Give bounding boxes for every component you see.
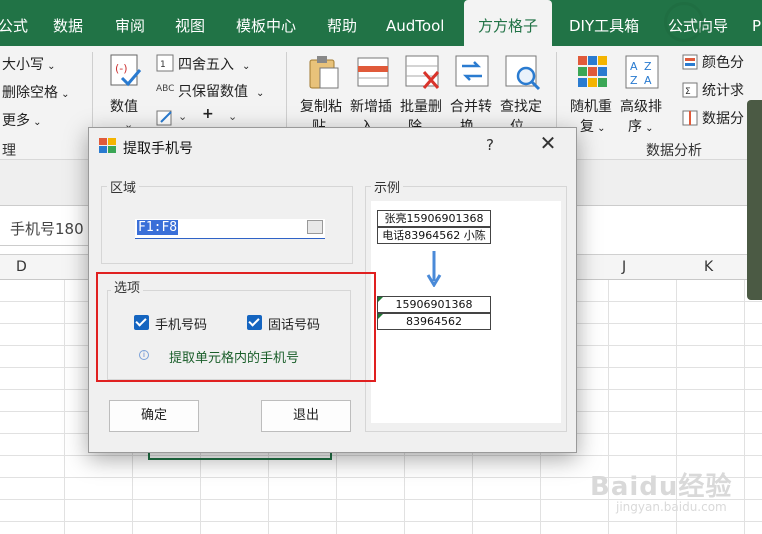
watermark-url: jingyan.baidu.com (616, 500, 727, 514)
keep-values-button[interactable]: 只保留数值 ⌄ (178, 81, 264, 101)
example-panel: 张亮15906901368 电话83964562 小陈 15906901368 … (371, 201, 561, 423)
error-indicator-icon (378, 314, 383, 319)
more-button[interactable]: 更多 ⌄ (2, 110, 42, 130)
tab-review[interactable]: 审阅 (115, 0, 145, 46)
statistics-button[interactable]: 统计求 (702, 80, 744, 100)
svg-text:A: A (630, 60, 638, 73)
tab-help[interactable]: 帮助 (327, 0, 357, 46)
chevron-down-icon: ⌄ (30, 117, 42, 128)
remove-spaces-button[interactable]: 删除空格 ⌄ (2, 82, 70, 102)
range-input[interactable]: F1:F8 (135, 219, 325, 239)
side-image (747, 100, 762, 300)
tab-template-center[interactable]: 模板中心 (236, 0, 296, 46)
column-header-k[interactable]: K (704, 259, 713, 275)
svg-text:Z: Z (644, 60, 652, 73)
advanced-sort-button-line2: 序 ⌄ (628, 119, 654, 135)
help-button[interactable]: ? (486, 136, 494, 154)
text-group-label: 理 (2, 143, 16, 159)
color-split-button[interactable]: 颜色分 (702, 52, 744, 72)
data-split-icon (682, 110, 698, 126)
name-box[interactable]: 手机号180 (0, 206, 100, 246)
chevron-down-icon: ⌄ (178, 110, 188, 123)
chevron-down-icon: ⌄ (228, 110, 238, 123)
exit-button[interactable]: 退出 (261, 400, 351, 432)
copy-paste-button[interactable]: 复制粘 (300, 96, 342, 116)
data-split-button[interactable]: 数据分 (702, 108, 744, 128)
example-legend: 示例 (371, 177, 404, 196)
random-repeat-button[interactable]: 随机重 (570, 96, 612, 116)
column-header-d[interactable]: D (16, 259, 27, 275)
plus-icon[interactable]: + (202, 106, 214, 122)
range-value: F1:F8 (137, 220, 179, 235)
tab-audtool[interactable]: AudTool (386, 0, 444, 46)
tab-data[interactable]: 数据 (53, 0, 83, 46)
chevron-down-icon: ⌄ (594, 123, 606, 134)
batch-delete-icon (405, 55, 440, 89)
random-repeat-icon (578, 56, 607, 87)
chevron-down-icon: ⌄ (242, 61, 251, 72)
tab-diy-toolbox[interactable]: DIY工具箱 (569, 0, 639, 46)
chevron-down-icon: ⌄ (642, 123, 654, 134)
watermark: Baidu经验 (590, 472, 733, 502)
decorative-ring (664, 2, 704, 42)
insert-rows-icon (357, 57, 389, 87)
batch-delete-button[interactable]: 批量删 (400, 96, 442, 116)
merge-convert-button[interactable]: 合并转 (450, 96, 492, 116)
close-button[interactable]: ✕ (536, 132, 560, 156)
tab-formula[interactable]: 公式 (0, 0, 28, 46)
round-button[interactable]: 四舍五入 ⌄ (178, 54, 250, 74)
tab-fangfanggezi[interactable]: 方方格子 (464, 0, 552, 46)
edit-icon[interactable] (156, 108, 174, 126)
example-before-row: 电话83964562 小陈 (377, 227, 491, 244)
chevron-down-icon: ⌄ (58, 89, 70, 100)
data-analysis-group-label: 数据分析 (646, 143, 702, 159)
abc-icon: ABC (156, 84, 175, 94)
case-button[interactable]: 大小写 ⌄ (2, 54, 56, 74)
insert-button[interactable]: 新增插 (350, 96, 392, 116)
ribbon-tab-bar: 公式 数据 审阅 视图 模板中心 帮助 AudTool 方方格子 DIY工具箱 … (0, 0, 762, 46)
tab-p[interactable]: P (752, 0, 761, 46)
chevron-down-icon: ⌄ (44, 61, 56, 72)
svg-text:A: A (644, 74, 652, 87)
grid-number-icon: 1 (156, 54, 174, 72)
svg-text:1: 1 (160, 60, 166, 70)
svg-text:Σ: Σ (685, 87, 691, 97)
advanced-sort-icon: A ZZ A (625, 55, 659, 89)
numeric-button[interactable]: 数值 (110, 96, 138, 116)
svg-text:Z: Z (630, 74, 638, 87)
svg-text:(-): (-) (115, 62, 128, 75)
example-after-row: 83964562 (377, 313, 491, 330)
range-legend: 区域 (107, 177, 140, 196)
clipboard-icon (309, 56, 339, 89)
range-picker-icon[interactable] (307, 220, 323, 234)
name-box-text: 手机号180 (10, 220, 84, 238)
color-split-icon (682, 54, 698, 70)
statistics-icon: Σ (682, 82, 698, 98)
advanced-sort-button[interactable]: 高级排 (620, 96, 662, 116)
arrow-down-icon (426, 251, 442, 287)
chevron-down-icon: ⌄ (256, 88, 265, 99)
example-before-row: 张亮15906901368 (377, 210, 491, 227)
merge-convert-icon (455, 55, 489, 87)
dialog-title: 提取手机号 (123, 141, 193, 157)
app-logo-icon (99, 138, 116, 153)
example-after-row: 15906901368 (377, 296, 491, 313)
random-repeat-button-line2: 复 ⌄ (580, 119, 606, 135)
tab-view[interactable]: 视图 (175, 0, 205, 46)
close-icon: ✕ (539, 131, 557, 155)
options-highlight (96, 272, 376, 382)
ok-button[interactable]: 确定 (109, 400, 199, 432)
find-locate-button[interactable]: 查找定 (500, 96, 542, 116)
error-indicator-icon (378, 297, 383, 302)
find-locate-icon (505, 55, 541, 91)
numeric-convert-icon: (-) (110, 54, 142, 87)
column-header-j[interactable]: J (622, 259, 626, 275)
